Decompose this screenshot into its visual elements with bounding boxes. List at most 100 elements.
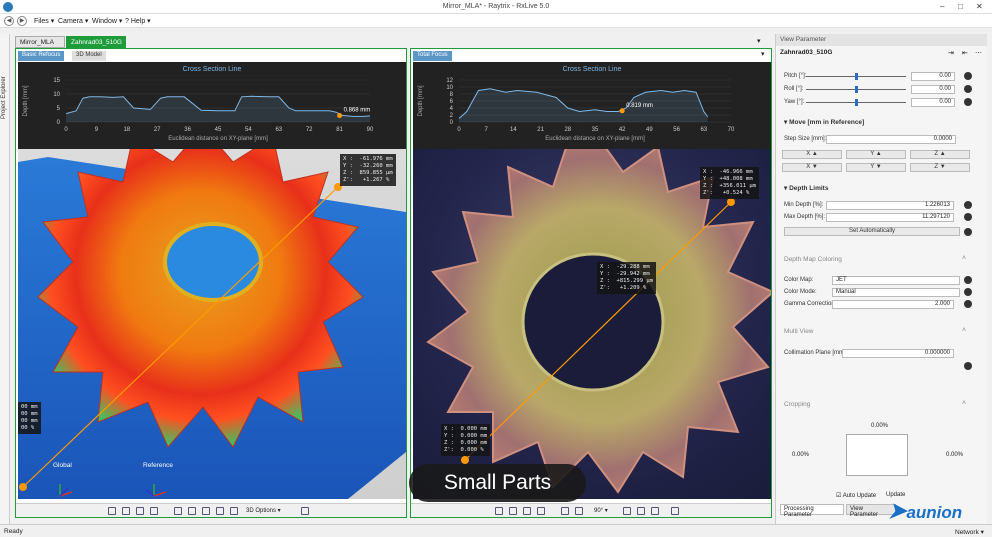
crop-preview-box[interactable] <box>846 434 908 476</box>
move-icon[interactable] <box>108 507 116 515</box>
step-size-field[interactable]: 0.0000 <box>826 135 956 144</box>
export-icon[interactable] <box>671 507 679 515</box>
max-depth-field[interactable]: 11.297120 <box>826 213 954 222</box>
max-depth-icon[interactable] <box>964 213 972 221</box>
total-focus-viewport[interactable]: Cross Section Line 0 2 4 6 8 10 12 0 7 14 21 28 35 42… <box>413 62 771 499</box>
x-tick-label: 70 <box>728 127 735 133</box>
move-x-plus-button[interactable]: X ▲ <box>782 150 842 159</box>
measure-icon[interactable] <box>523 507 531 515</box>
maximize-icon[interactable]: □ <box>958 2 963 11</box>
depth-section-title[interactable]: ▾ Depth Limits <box>784 184 828 192</box>
move-x-minus-button[interactable]: X ▼ <box>782 163 842 172</box>
tab-list-icon[interactable]: ▾ <box>757 37 761 45</box>
network-dropdown[interactable]: Network ▾ <box>955 528 984 536</box>
chart-icon[interactable] <box>561 507 569 515</box>
pitch-reset-icon[interactable] <box>964 72 972 80</box>
auto-update-checkbox[interactable]: ☑ Auto Update <box>836 492 876 499</box>
colormode-icon[interactable] <box>964 288 972 296</box>
collimation-field[interactable]: 0.000000 <box>842 349 954 358</box>
x-tick-label: 0 <box>457 127 461 133</box>
move-z-minus-button[interactable]: Z ▼ <box>910 163 970 172</box>
more-icon[interactable]: ⋯ <box>975 49 982 57</box>
menu-help[interactable]: ? Help ▾ <box>125 17 151 25</box>
histogram-icon[interactable] <box>623 507 631 515</box>
refresh-icon[interactable] <box>651 507 659 515</box>
panel-menu-icon[interactable]: ▾ <box>761 50 765 58</box>
yaw-field[interactable]: 0.00 <box>911 98 955 107</box>
move-section-title[interactable]: ▾ Move [mm in Reference] <box>784 118 864 126</box>
y-axis-label: Depth [mm] <box>23 85 29 116</box>
grid-icon[interactable] <box>637 507 645 515</box>
roll-reset-icon[interactable] <box>964 85 972 93</box>
auto-depth-icon[interactable] <box>964 228 972 236</box>
set-automatically-button[interactable]: Set Automatically <box>784 227 960 236</box>
multi-view-section-title[interactable]: Multi View <box>784 328 814 335</box>
view-icon[interactable] <box>537 507 545 515</box>
collapse-coloring-icon[interactable]: ˄ <box>962 255 966 262</box>
move-icon[interactable] <box>495 507 503 515</box>
collimation-icon[interactable] <box>964 362 972 370</box>
tab-zahnrad[interactable]: Zahnrad03_510G <box>66 36 126 48</box>
yaw-slider-thumb[interactable] <box>855 99 858 106</box>
close-icon[interactable]: ✕ <box>976 2 983 11</box>
tab-basic-refocus[interactable]: Basic Refocus <box>18 51 65 61</box>
grid-icon[interactable] <box>216 507 224 515</box>
measure-icon[interactable] <box>136 507 144 515</box>
x-tick-label: 45 <box>215 127 222 133</box>
menu-files[interactable]: Files ▾ <box>34 17 54 25</box>
collapse-cropping-icon[interactable]: ˄ <box>962 400 966 407</box>
y-axis-label: Depth [mm] <box>418 85 424 116</box>
min-depth-icon[interactable] <box>964 201 972 209</box>
pitch-field[interactable]: 0.00 <box>911 72 955 81</box>
brand-name: aunion <box>906 503 963 522</box>
minimize-icon[interactable]: – <box>940 2 944 11</box>
export-icon[interactable]: ⇤ <box>962 49 968 57</box>
right-view-toolbar: 90° ▾ <box>411 503 771 517</box>
x-tick-label: 90 <box>367 127 374 133</box>
cropping-section-title[interactable]: Cropping <box>784 401 810 408</box>
chart-icon[interactable] <box>174 507 182 515</box>
crop-icon[interactable] <box>188 507 196 515</box>
coloring-section-title[interactable]: Depth Map Coloring <box>784 256 842 263</box>
rotate-dropdown[interactable]: 90° ▾ <box>594 507 608 514</box>
import-icon[interactable]: ⇥ <box>948 49 954 57</box>
menu-window[interactable]: Window ▾ <box>92 17 122 25</box>
refresh-icon[interactable] <box>230 507 238 515</box>
move-y-minus-button[interactable]: Y ▼ <box>846 163 906 172</box>
pick-icon[interactable] <box>122 507 130 515</box>
histogram-icon[interactable] <box>202 507 210 515</box>
menu-camera[interactable]: Camera ▾ <box>58 17 88 25</box>
crop-icon[interactable] <box>575 507 583 515</box>
tab-mirror-mla[interactable]: Mirror_MLA <box>15 36 65 48</box>
left-cross-section-chart[interactable]: Cross Section Line 0 5 10 15 0 9 18 27 36 45 54 63 7… <box>18 62 406 149</box>
min-depth-field[interactable]: 1.226013 <box>826 201 954 210</box>
roll-slider-thumb[interactable] <box>855 86 858 93</box>
view-icon[interactable] <box>150 507 158 515</box>
x-tick-label: 63 <box>700 127 707 133</box>
forward-icon[interactable]: ▶ <box>17 16 27 26</box>
colormap-select[interactable]: JET <box>832 276 960 285</box>
tab-processing-parameter[interactable]: Processing Parameter <box>780 504 844 518</box>
yaw-row: Yaw [°]: 0.00 <box>776 98 976 108</box>
pick-icon[interactable] <box>509 507 517 515</box>
colormode-select[interactable]: Manual <box>832 288 960 297</box>
3d-viewport[interactable]: Cross Section Line 0 5 10 15 0 9 18 27 36 45 54 63 7… <box>18 62 406 499</box>
yaw-reset-icon[interactable] <box>964 98 972 106</box>
collapse-multi-icon[interactable]: ˄ <box>962 327 966 334</box>
x-tick-label: 81 <box>336 127 343 133</box>
tab-total-focus[interactable]: Total Focus <box>413 51 452 61</box>
pitch-slider-thumb[interactable] <box>855 73 858 80</box>
back-icon[interactable]: ◀ <box>4 16 14 26</box>
move-y-plus-button[interactable]: Y ▲ <box>846 150 906 159</box>
3d-options-dropdown[interactable]: 3D Options ▾ <box>246 507 281 514</box>
colormap-row: Color Map: JET <box>776 276 976 286</box>
roll-field[interactable]: 0.00 <box>911 85 955 94</box>
right-cross-section-chart[interactable]: Cross Section Line 0 2 4 6 8 10 12 0 7 14 21 28 35 42… <box>413 62 771 149</box>
export-icon[interactable] <box>301 507 309 515</box>
project-explorer-strip[interactable]: Project Explorer <box>0 34 10 524</box>
colormap-icon[interactable] <box>964 276 972 284</box>
move-z-plus-button[interactable]: Z ▲ <box>910 150 970 159</box>
gamma-icon[interactable] <box>964 300 972 308</box>
gamma-field[interactable]: 2.000 <box>832 300 954 309</box>
tab-3d-model[interactable]: 3D Model <box>72 51 106 61</box>
